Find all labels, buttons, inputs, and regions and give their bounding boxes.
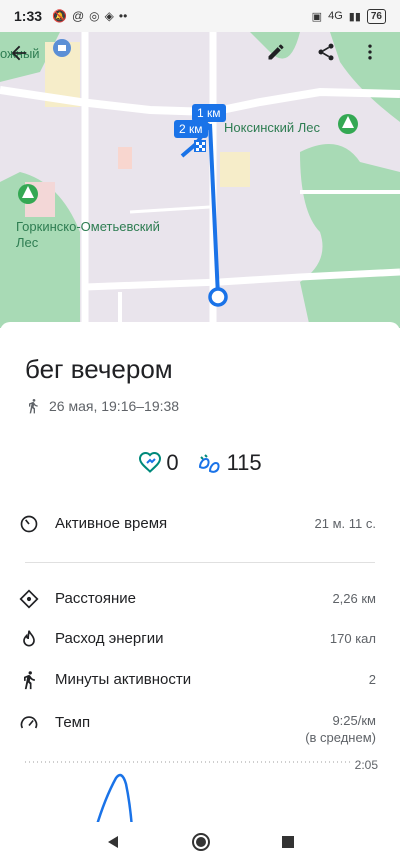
stat-row-pace: Темп 9:25/км (в среднем)	[18, 712, 376, 746]
network-indicator: 4G	[328, 10, 343, 22]
distance-label: Расстояние	[55, 590, 137, 607]
active-time-label: Активное время	[55, 515, 168, 532]
nav-recents-button[interactable]	[281, 835, 295, 854]
signal-icon: ▮▮	[348, 10, 361, 23]
heart-points: 0	[138, 450, 179, 476]
more-notifications-icon: ••	[118, 9, 128, 23]
timer-icon	[18, 513, 40, 535]
circle-home-icon	[192, 833, 210, 851]
speedometer-icon	[18, 712, 40, 734]
move-minutes-label: Минуты активности	[55, 671, 192, 688]
heart-points-icon	[139, 451, 162, 473]
share-icon	[318, 43, 334, 61]
more-options-button[interactable]	[360, 42, 396, 78]
pace-label: Темп	[55, 714, 91, 731]
square-recents-icon	[282, 836, 294, 848]
pace-value-note: (в среднем)	[305, 730, 376, 745]
pace-value-main: 9:25/км	[332, 713, 376, 728]
activity-scores: 0 115	[0, 450, 400, 476]
arrow-left-icon	[11, 45, 27, 61]
divider	[25, 562, 375, 563]
nav-home-button[interactable]	[191, 832, 211, 857]
energy-value: 170 кал	[329, 631, 376, 646]
status-bar: 1:33 🔕 @ ◎ ◈ •• ▣ 4G ▮▮ 76	[0, 0, 400, 32]
flame-icon	[18, 628, 40, 650]
edit-button[interactable]	[266, 42, 302, 78]
km-marker-2: 2 км	[174, 120, 208, 138]
activity-subtitle: 26 мая, 19:16–19:38	[25, 398, 179, 414]
mute-icon: 🔕	[52, 9, 67, 23]
activity-date-time: 26 мая, 19:16–19:38	[49, 398, 180, 414]
triangle-back-icon	[108, 836, 118, 848]
notification-icon: ◈	[104, 9, 114, 23]
stat-row-active-time: Активное время 21 м. 11 с.	[18, 513, 376, 535]
move-minutes-value: 2	[368, 672, 376, 687]
back-button[interactable]	[8, 42, 44, 78]
stat-row-energy: Расход энергии 170 кал	[18, 628, 376, 650]
steps-icon	[198, 454, 220, 473]
battery-indicator: 76	[366, 8, 386, 24]
share-button[interactable]	[316, 42, 352, 78]
activity-title: бег вечером	[25, 354, 173, 384]
distance-value: 2,26 км	[332, 591, 376, 606]
pace-chart-tick: 2:05	[354, 758, 378, 772]
route-map[interactable]: ожный Ноксинский Лес Горкинско-Ометьевск…	[0, 32, 400, 328]
pencil-icon	[268, 44, 284, 60]
location-diamond-icon	[18, 588, 40, 610]
app-icon: ◎	[89, 9, 100, 23]
at-icon: @	[71, 9, 85, 23]
heart-points-value: 0	[166, 450, 179, 475]
pace-chart-line	[94, 773, 134, 828]
status-time: 1:33	[14, 8, 43, 24]
system-nav-bar	[0, 822, 400, 867]
run-icon	[29, 399, 38, 414]
activity-details-sheet[interactable]: бег вечером 26 мая, 19:16–19:38 0 115 Ак…	[0, 322, 400, 828]
nav-back-button[interactable]	[105, 834, 121, 855]
stat-row-move-minutes: Минуты активности 2	[18, 669, 376, 691]
map-label-forest-left-1: Горкинско-Ометьевский	[16, 219, 160, 234]
stat-row-distance: Расстояние 2,26 км	[18, 588, 376, 610]
more-vert-icon	[368, 44, 372, 60]
pace-chart	[25, 761, 350, 828]
energy-label: Расход энергии	[55, 630, 164, 647]
map-label-forest-right: Ноксинский Лес	[224, 120, 320, 135]
steps-value: 115	[226, 450, 262, 475]
walk-icon	[18, 669, 40, 691]
map-label-forest-left-2: Лес	[16, 235, 39, 250]
sim-icon: ▣	[311, 10, 323, 23]
pace-value: 9:25/км (в среднем)	[305, 712, 376, 746]
steps: 115	[197, 450, 262, 476]
active-time-value: 21 м. 11 с.	[314, 516, 376, 531]
